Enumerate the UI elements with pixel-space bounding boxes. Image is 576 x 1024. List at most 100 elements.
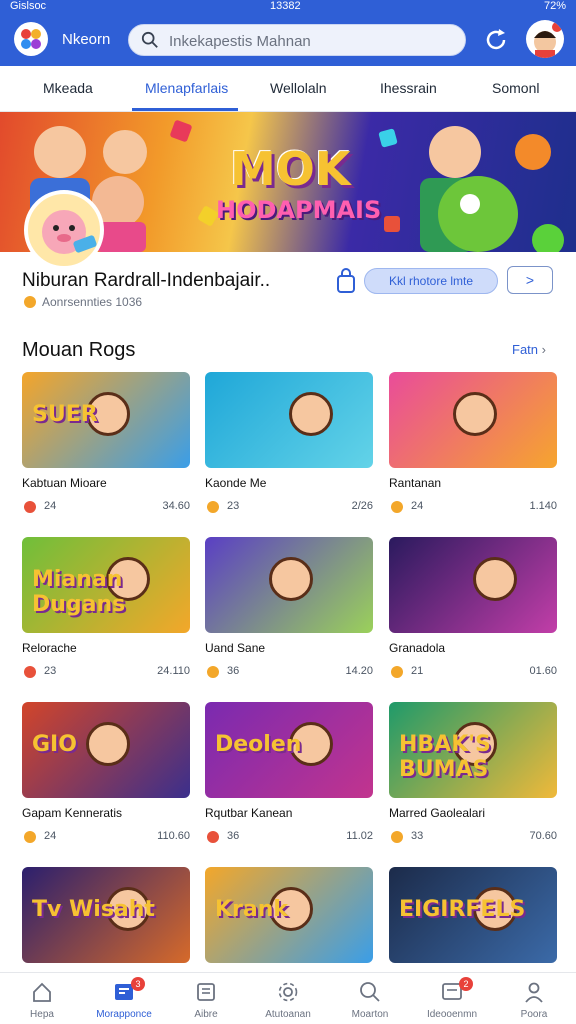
nav-label: Aibre <box>194 1009 218 1020</box>
tab-wellolaln[interactable]: Wellolaln <box>270 80 327 96</box>
game-stat: 34.60 <box>162 500 190 512</box>
tab-somonl[interactable]: Somonl <box>492 80 539 96</box>
character-art <box>453 392 497 436</box>
thumbnail-title: Deolen <box>215 732 302 757</box>
nav-badge: 3 <box>131 977 145 991</box>
rating-icon <box>207 831 219 843</box>
next-button[interactable]: > <box>507 266 553 294</box>
game-name: Gapam Kenneratis <box>22 806 123 820</box>
avatar[interactable] <box>526 20 564 58</box>
see-all-label: Fatn <box>512 342 539 357</box>
profile-icon <box>525 982 543 1003</box>
rating-icon <box>207 666 219 678</box>
app-name: Nkeorn <box>62 31 111 48</box>
game-name: Kabtuan Mioare <box>22 476 107 490</box>
get-button[interactable]: Kkl rhotore lmte <box>364 268 498 294</box>
nav-label: Ideooenmn <box>426 1009 478 1020</box>
globe-icon <box>24 296 36 308</box>
game-stat: 70.60 <box>529 830 557 842</box>
thumbnail-title: EIGIRFELS <box>399 897 526 922</box>
rating-value: 24 <box>411 500 424 512</box>
game-card[interactable]: Deolen Rqutbar Kanean 36 11.02 <box>205 702 373 852</box>
game-stat: 01.60 <box>529 665 557 677</box>
game-card[interactable]: Kaonde Me 23 2/26 <box>205 372 373 522</box>
rating-icon <box>391 501 403 513</box>
game-icon[interactable] <box>24 190 104 270</box>
featured-title: Niburan Rardrall-Indenbajair.. <box>22 270 271 291</box>
character-art <box>86 722 130 766</box>
nav-item-1[interactable]: Hepa <box>1 973 83 1024</box>
game-name: Rantanan <box>389 476 442 490</box>
refresh-icon[interactable] <box>482 26 510 54</box>
section-title: Mouan Rogs <box>22 339 136 361</box>
thumbnail-title: GIO <box>32 732 77 757</box>
character-art <box>269 557 313 601</box>
game-stat: 24.110 <box>157 665 190 677</box>
tab-mkeada[interactable]: Mkeada <box>43 80 93 96</box>
search-input[interactable] <box>169 31 455 51</box>
category-tabs: Mkeada Mlenapfarlais Wellolaln Ihessrain… <box>0 66 576 112</box>
game-card[interactable]: Rantanan 24 1.140 <box>389 372 557 522</box>
rating-value: 36 <box>227 665 240 677</box>
app-logo-icon[interactable] <box>14 22 48 56</box>
nav-item-6[interactable]: 2 Ideooenmn <box>411 973 493 1024</box>
thumbnail-title: HBAK'S BUMAS <box>399 732 491 782</box>
game-thumbnail[interactable]: Deolen <box>205 702 373 798</box>
character-art <box>289 392 333 436</box>
settings-icon <box>278 982 298 1002</box>
game-thumbnail[interactable] <box>205 372 373 468</box>
nav-item-4[interactable]: Atutoanan <box>247 973 329 1024</box>
game-name: Kaonde Me <box>205 476 267 490</box>
search-bar[interactable] <box>128 24 466 56</box>
game-card[interactable]: Granadola 21 01.60 <box>389 537 557 687</box>
status-carrier: Gislsoc <box>10 0 47 12</box>
nav-badge: 2 <box>459 977 473 991</box>
nav-item-3[interactable]: Aibre <box>165 973 247 1024</box>
game-stat: 110.60 <box>157 830 190 842</box>
top-bar: Gislsoc 13382 72% Nkeorn <box>0 0 576 66</box>
game-thumbnail[interactable] <box>389 537 557 633</box>
nav-label: Hepa <box>30 1009 54 1020</box>
game-card[interactable]: HBAK'S BUMAS Marred Gaolealari 33 70.60 <box>389 702 557 852</box>
tab-mlenapfarlais[interactable]: Mlenapfarlais <box>145 80 228 96</box>
thumbnail-title: SUER <box>32 402 98 427</box>
character-art <box>473 557 517 601</box>
game-thumbnail[interactable]: HBAK'S BUMAS <box>389 702 557 798</box>
thumbnail-title: Mianan Dugans <box>32 567 126 617</box>
banner-title: MOK <box>230 142 351 196</box>
nav-item-7[interactable]: Poora <box>493 973 575 1024</box>
nav-item-2[interactable]: 3 Morapponce <box>83 973 165 1024</box>
rating-icon <box>207 501 219 513</box>
game-card[interactable]: Uand Sane 36 14.20 <box>205 537 373 687</box>
game-name: Uand Sane <box>205 641 266 655</box>
game-card[interactable]: GIO Gapam Kenneratis 24 110.60 <box>22 702 190 852</box>
game-thumbnail[interactable]: EIGIRFELS <box>389 867 557 963</box>
rating-value: 36 <box>227 830 240 842</box>
game-thumbnail[interactable]: GIO <box>22 702 190 798</box>
game-card[interactable]: SUER Kabtuan Mioare 24 34.60 <box>22 372 190 522</box>
rating-value: 23 <box>227 500 240 512</box>
game-thumbnail[interactable]: Krank <box>205 867 373 963</box>
game-thumbnail[interactable]: SUER <box>22 372 190 468</box>
game-card[interactable]: Mianan Dugans Relorache 23 24.110 <box>22 537 190 687</box>
nav-label: Poora <box>520 1009 548 1020</box>
game-thumbnail[interactable] <box>205 537 373 633</box>
banner-subtitle: HODAPMAIS <box>216 196 382 224</box>
game-stat: 2/26 <box>351 500 373 512</box>
chevron-right-icon: › <box>541 342 546 357</box>
search-icon <box>360 982 380 1002</box>
status-battery: 72% <box>543 0 566 12</box>
shopping-bag-icon[interactable] <box>335 268 357 294</box>
game-name: Rqutbar Kanean <box>205 806 293 820</box>
active-tab-indicator <box>132 108 238 111</box>
game-thumbnail[interactable]: Tv Wisaht <box>22 867 190 963</box>
nav-item-5[interactable]: Moarton <box>329 973 411 1024</box>
game-thumbnail[interactable]: Mianan Dugans <box>22 537 190 633</box>
rating-value: 24 <box>44 500 57 512</box>
tab-ihessrain[interactable]: Ihessrain <box>380 80 437 96</box>
game-stat: 11.02 <box>346 830 373 842</box>
status-bar: Gislsoc 13382 72% <box>0 0 576 14</box>
game-thumbnail[interactable] <box>389 372 557 468</box>
see-all-link[interactable]: Fatn › <box>512 342 546 357</box>
search-icon <box>141 31 158 48</box>
